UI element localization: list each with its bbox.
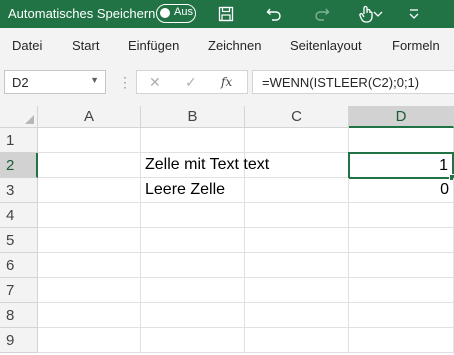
- cell-d2[interactable]: 1: [348, 152, 454, 181]
- resize-handle-icon[interactable]: ⋮: [118, 74, 132, 91]
- column-header-a[interactable]: A: [38, 106, 141, 128]
- autosave-label: Automatisches Speichern: [8, 6, 156, 21]
- cell-b5[interactable]: [141, 228, 245, 253]
- toggle-knob: [160, 8, 170, 18]
- cell-c4[interactable]: [245, 203, 349, 228]
- cell-b9[interactable]: [141, 328, 245, 353]
- cell-c9[interactable]: [245, 328, 349, 353]
- column-header-d[interactable]: D: [349, 106, 454, 128]
- tab-zeichnen[interactable]: Zeichnen: [208, 38, 261, 53]
- row-header-6[interactable]: 6: [0, 253, 38, 278]
- toggle-state-label: Aus: [174, 6, 193, 18]
- cell-b3[interactable]: Leere Zelle: [141, 178, 245, 203]
- ribbon-tabs: Datei Start Einfügen Zeichnen Seitenlayo…: [0, 28, 454, 62]
- customize-quick-access-icon[interactable]: [404, 4, 424, 24]
- cell-c5[interactable]: [245, 228, 349, 253]
- cell-a7[interactable]: [38, 278, 141, 303]
- row-header-4[interactable]: 4: [0, 203, 38, 228]
- row-header-7[interactable]: 7: [0, 278, 38, 303]
- chevron-down-icon[interactable]: [372, 4, 384, 24]
- column-header-b[interactable]: B: [141, 106, 245, 128]
- cell-b6[interactable]: [141, 253, 245, 278]
- cell-a3[interactable]: [38, 178, 141, 203]
- select-all-button[interactable]: [0, 106, 38, 128]
- formula-buttons: ✕ ✓ fx: [136, 70, 248, 94]
- cell-a4[interactable]: [38, 203, 141, 228]
- tab-seitenlayout[interactable]: Seitenlayout: [290, 38, 362, 53]
- cell-a8[interactable]: [38, 303, 141, 328]
- name-box[interactable]: D2 ▼: [4, 70, 106, 94]
- cell-b8[interactable]: [141, 303, 245, 328]
- row-header-2[interactable]: 2: [0, 153, 38, 178]
- cell-a5[interactable]: [38, 228, 141, 253]
- save-icon[interactable]: [216, 4, 236, 24]
- tab-einfuegen[interactable]: Einfügen: [128, 38, 179, 53]
- enter-icon[interactable]: ✓: [185, 74, 197, 91]
- cell-d5[interactable]: [349, 228, 454, 253]
- cell-d6[interactable]: [349, 253, 454, 278]
- cell-c8[interactable]: [245, 303, 349, 328]
- cell-c1[interactable]: [245, 128, 349, 153]
- cell-d7[interactable]: [349, 278, 454, 303]
- cell-a2[interactable]: [38, 153, 141, 178]
- cell-b4[interactable]: [141, 203, 245, 228]
- undo-icon[interactable]: [264, 4, 284, 24]
- formula-bar: D2 ▼ ⋮ ✕ ✓ fx =WENN(ISTLEER(C2);0;1): [0, 62, 454, 106]
- autosave-toggle[interactable]: Aus: [156, 4, 196, 23]
- title-bar: Automatisches Speichern Aus: [0, 0, 454, 28]
- cell-d8[interactable]: [349, 303, 454, 328]
- cell-c7[interactable]: [245, 278, 349, 303]
- cell-d9[interactable]: [349, 328, 454, 353]
- tab-formeln[interactable]: Formeln: [392, 38, 440, 53]
- insert-function-icon[interactable]: fx: [221, 75, 232, 89]
- cell-c3[interactable]: [245, 178, 349, 203]
- row-header-5[interactable]: 5: [0, 228, 38, 253]
- cell-a1[interactable]: [38, 128, 141, 153]
- cell-b7[interactable]: [141, 278, 245, 303]
- cell-b2[interactable]: Zelle mit Text text: [141, 153, 269, 178]
- cell-c6[interactable]: [245, 253, 349, 278]
- cell-b1[interactable]: [141, 128, 245, 153]
- cell-a9[interactable]: [38, 328, 141, 353]
- formula-input[interactable]: =WENN(ISTLEER(C2);0;1): [252, 70, 454, 94]
- row-header-8[interactable]: 8: [0, 303, 38, 328]
- tab-datei[interactable]: Datei: [12, 38, 42, 53]
- formula-text: =WENN(ISTLEER(C2);0;1): [262, 75, 420, 90]
- cancel-icon[interactable]: ✕: [149, 74, 161, 91]
- row-header-3[interactable]: 3: [0, 178, 38, 203]
- cell-d3[interactable]: 0: [349, 178, 454, 203]
- tab-start[interactable]: Start: [72, 38, 99, 53]
- column-header-c[interactable]: C: [245, 106, 349, 128]
- name-box-dropdown-icon[interactable]: ▼: [90, 75, 99, 85]
- row-header-9[interactable]: 9: [0, 328, 38, 353]
- redo-icon: [312, 4, 332, 24]
- cell-d1[interactable]: [349, 128, 454, 153]
- cell-d4[interactable]: [349, 203, 454, 228]
- worksheet-grid: A B C D 1 2 3 4 5 6 7 8 9 Zelle mit Text…: [0, 106, 454, 355]
- row-header-1[interactable]: 1: [0, 128, 38, 153]
- name-box-value: D2: [12, 75, 29, 90]
- cell-a6[interactable]: [38, 253, 141, 278]
